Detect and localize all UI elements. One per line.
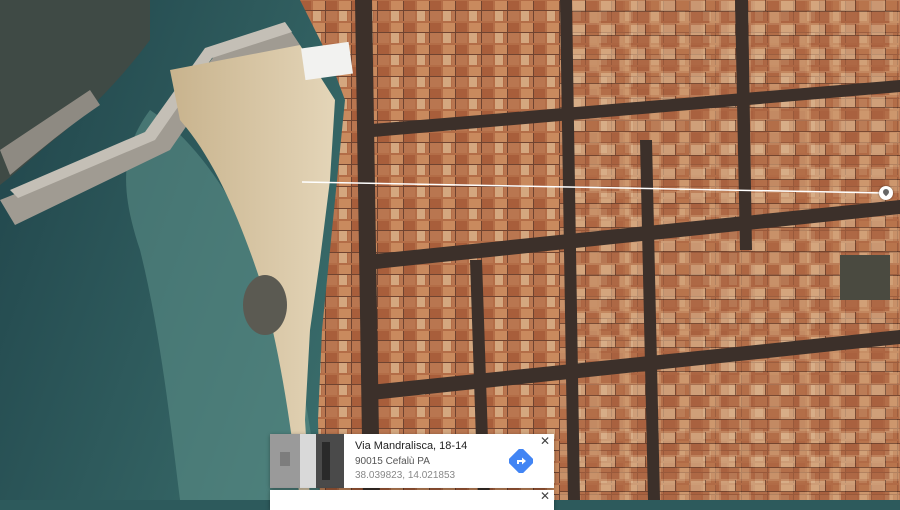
town-blocks-east <box>560 0 900 500</box>
second-info-card: ✕ <box>270 490 554 510</box>
street-view-thumbnail[interactable] <box>270 434 344 488</box>
beach-rocks <box>243 275 287 335</box>
place-title: Via Mandralisca, 18-14 <box>355 440 468 452</box>
place-coordinates: 38.039823, 14.021853 <box>355 470 456 481</box>
place-info-card: Via Mandralisca, 18-14 90015 Cefalù PA 3… <box>270 434 554 488</box>
directions-arrow-icon <box>508 448 534 474</box>
measure-endpoint-pin[interactable] <box>879 186 893 200</box>
satellite-map[interactable] <box>0 0 900 500</box>
white-roof-building <box>301 41 353 81</box>
place-address: 90015 Cefalù PA <box>355 456 430 467</box>
courtyard <box>840 255 890 300</box>
close-second-card-button[interactable]: ✕ <box>540 490 550 502</box>
directions-button[interactable] <box>508 448 534 474</box>
close-card-button[interactable]: ✕ <box>540 435 550 447</box>
